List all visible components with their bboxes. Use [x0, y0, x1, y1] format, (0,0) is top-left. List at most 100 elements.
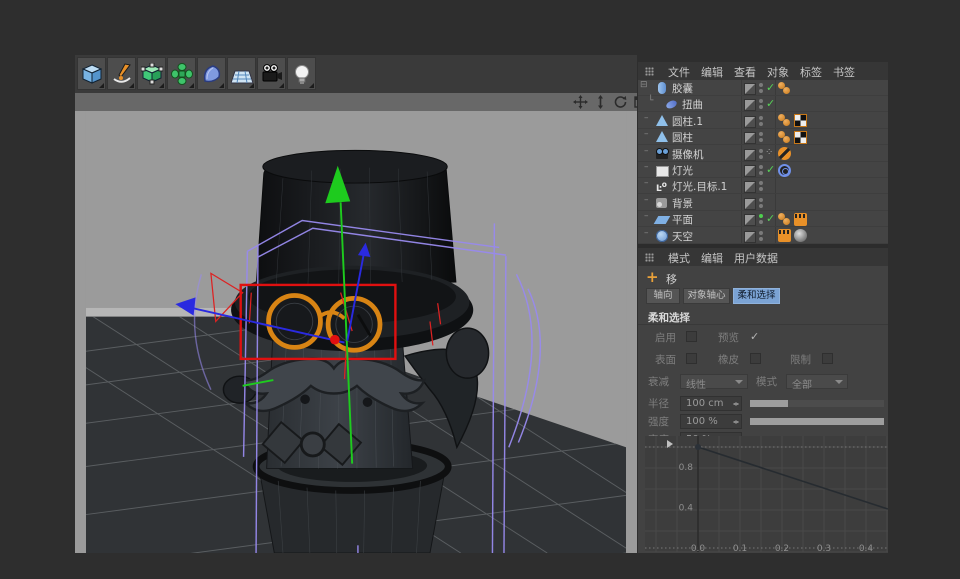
tag-list [778, 212, 807, 226]
layer-swatch[interactable] [744, 231, 756, 243]
model-button-1 [300, 394, 310, 404]
toolbar-button-deformer[interactable] [197, 57, 226, 90]
visibility-dots[interactable] [759, 132, 763, 142]
object-manager-list[interactable]: ⊟胶囊✓└扭曲✓–圆柱.1–圆柱–摄像机⁘–灯光✓–Ŀo灯光.目标.1–背景–平… [638, 80, 888, 244]
radius-label: 半径 [648, 396, 669, 411]
sky-texture-tag-icon[interactable] [794, 229, 807, 242]
layer-swatch[interactable] [744, 83, 756, 95]
om-menu-对象[interactable]: 对象 [767, 64, 789, 80]
om-menu-编辑[interactable]: 编辑 [701, 64, 723, 80]
am-menu-用户数据[interactable]: 用户数据 [734, 250, 778, 266]
om-menu-标签[interactable]: 标签 [800, 64, 822, 80]
toolbar-button-floor-environment[interactable] [227, 57, 256, 90]
layer-swatch[interactable] [744, 181, 756, 193]
expand-toggle-icon[interactable]: ⊟ [640, 80, 654, 96]
enabled-check-icon[interactable]: ✓ [766, 97, 775, 110]
toolbar-button-cube-primitive[interactable] [77, 57, 106, 90]
layer-swatch[interactable] [744, 99, 756, 111]
layer-swatch[interactable] [744, 116, 756, 128]
attribute-manager: + 移动 轴向 对象轴心 柔和选择 柔和选择 启用 预览 ✓ 表面 橡皮 限制 … [638, 266, 888, 553]
surface-label: 表面 [655, 352, 676, 367]
row-surface: 表面 橡皮 限制 [638, 352, 888, 370]
object-row-胶囊[interactable]: ⊟胶囊✓ [638, 80, 888, 96]
object-row-圆柱[interactable]: –圆柱 [638, 129, 888, 145]
stepper-icon[interactable] [732, 417, 739, 427]
tag-list [778, 163, 791, 177]
gizmo-origin-point[interactable] [330, 335, 340, 345]
layer-swatch[interactable] [744, 198, 756, 210]
object-row-灯光[interactable]: –灯光✓ [638, 162, 888, 178]
limit-label: 限制 [790, 352, 811, 367]
enable-checkbox[interactable] [686, 331, 697, 342]
visibility-dots[interactable] [759, 214, 763, 224]
camera-active-icon[interactable]: ⁘ [765, 147, 773, 158]
visibility-dots[interactable] [759, 83, 763, 93]
tab-object-axis[interactable]: 对象轴心 [683, 288, 730, 304]
toolbar-button-editable-mesh[interactable] [137, 57, 166, 90]
object-row-圆柱.1[interactable]: –圆柱.1 [638, 113, 888, 129]
preview-checkmark[interactable]: ✓ [750, 330, 759, 343]
toolbar-button-spline-pen[interactable] [107, 57, 136, 90]
toolbar-button-camera[interactable] [257, 57, 286, 90]
om-menu-文件[interactable]: 文件 [668, 64, 690, 80]
surface-checkbox[interactable] [686, 353, 697, 364]
panel-menu-icon[interactable] [645, 253, 654, 262]
tab-soft-selection[interactable]: 柔和选择 [733, 288, 780, 304]
falloff-dropdown[interactable]: 线性 [680, 374, 748, 389]
am-menu-模式[interactable]: 模式 [668, 250, 690, 266]
object-row-天空[interactable]: –天空 [638, 228, 888, 244]
visibility-dots[interactable] [759, 231, 763, 241]
panel-menu-icon[interactable] [645, 67, 654, 76]
row-strength: 强度 100 % [638, 414, 888, 432]
phong-tag-icon[interactable] [778, 82, 791, 95]
enabled-check-icon[interactable]: ✓ [766, 212, 775, 225]
am-menu-编辑[interactable]: 编辑 [701, 250, 723, 266]
om-menu-查看[interactable]: 查看 [734, 64, 756, 80]
enabled-check-icon[interactable]: ✓ [766, 163, 775, 176]
object-row-平面[interactable]: –平面✓ [638, 211, 888, 227]
sky-object-icon [656, 230, 668, 242]
falloff-curve-graph[interactable]: 0.80.40.00.10.20.30.4 [645, 436, 888, 552]
target-tag-icon[interactable] [778, 164, 791, 177]
mode-dropdown[interactable]: 全部 [786, 374, 848, 389]
visibility-dots[interactable] [759, 99, 763, 109]
toolbar-button-light[interactable] [287, 57, 316, 90]
pan-icon[interactable] [573, 95, 588, 109]
visibility-dots[interactable] [759, 165, 763, 175]
limit-checkbox[interactable] [822, 353, 833, 364]
phong-tag-icon[interactable] [778, 213, 791, 226]
layer-swatch[interactable] [744, 165, 756, 177]
texture-checker-tag-icon[interactable] [794, 131, 807, 144]
radius-input[interactable]: 100 cm [680, 396, 742, 411]
strength-input[interactable]: 100 % [680, 414, 742, 429]
strength-slider[interactable] [750, 418, 884, 425]
visibility-dots[interactable] [759, 149, 763, 159]
dolly-zoom-icon[interactable] [593, 95, 608, 109]
phong-tag-icon[interactable] [778, 131, 791, 144]
enabled-check-icon[interactable]: ✓ [766, 81, 775, 94]
om-menu-书签[interactable]: 书签 [833, 64, 855, 80]
object-row-灯光.目标.1[interactable]: –Ŀo灯光.目标.1 [638, 178, 888, 194]
protection-tag-icon[interactable] [778, 147, 791, 160]
visibility-dots[interactable] [759, 198, 763, 208]
object-row-摄像机[interactable]: –摄像机⁘ [638, 146, 888, 162]
layer-swatch[interactable] [744, 214, 756, 226]
layer-swatch[interactable] [744, 132, 756, 144]
phong-tag-icon[interactable] [778, 114, 791, 127]
layer-swatch[interactable] [744, 149, 756, 161]
visibility-dots[interactable] [759, 181, 763, 191]
compositing-tag-icon[interactable] [794, 213, 807, 226]
object-row-背景[interactable]: –背景 [638, 195, 888, 211]
visibility-dots[interactable] [759, 116, 763, 126]
radius-slider[interactable] [750, 400, 884, 407]
tab-axis[interactable]: 轴向 [646, 288, 680, 304]
rubber-checkbox[interactable] [750, 353, 761, 364]
viewport-3d-scene[interactable] [75, 111, 637, 553]
texture-checker-tag-icon[interactable] [794, 114, 807, 127]
rotate-view-icon[interactable] [613, 95, 628, 109]
object-row-扭曲[interactable]: └扭曲✓ [638, 96, 888, 112]
compositing-tag-icon[interactable] [778, 229, 791, 242]
strength-value: 100 % [686, 416, 718, 427]
toolbar-button-array-modeling[interactable] [167, 57, 196, 90]
stepper-icon[interactable] [732, 399, 739, 409]
